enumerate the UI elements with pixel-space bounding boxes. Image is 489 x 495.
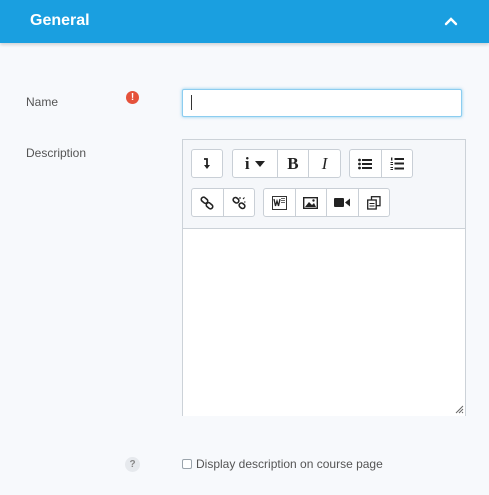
unlink-icon <box>232 196 246 209</box>
unordered-list-button[interactable] <box>350 150 382 177</box>
description-label: Description <box>26 146 87 160</box>
paragraph-styles-button[interactable]: i <box>233 150 278 177</box>
insert-media-button[interactable] <box>327 189 359 216</box>
name-label: Name <box>26 95 59 109</box>
caret-down-icon <box>254 160 265 167</box>
video-icon <box>334 198 351 207</box>
toolbar-group-lists <box>349 149 413 178</box>
image-icon <box>303 196 319 209</box>
section-header[interactable]: General <box>0 0 489 43</box>
info-dropdown-icon: i <box>244 153 250 173</box>
bullet-list-icon <box>358 158 373 169</box>
bold-button[interactable]: B <box>278 150 310 177</box>
bold-icon: B <box>287 153 299 173</box>
collapse-toolbar-button[interactable] <box>192 150 222 177</box>
files-icon <box>366 195 381 210</box>
toolbar-group-links <box>191 188 255 217</box>
section-title: General <box>30 12 90 29</box>
help-icon[interactable]: ? <box>125 457 140 472</box>
name-input[interactable] <box>182 89 462 117</box>
ordered-list-button[interactable] <box>382 150 413 177</box>
italic-icon: I <box>321 153 328 173</box>
unlink-button[interactable] <box>224 189 255 216</box>
manage-files-button[interactable] <box>359 189 390 216</box>
insert-image-button[interactable] <box>296 189 327 216</box>
word-icon <box>271 195 287 210</box>
arrow-down-return-icon <box>204 157 210 169</box>
toolbar-group-collapse <box>191 149 223 178</box>
display-description-label[interactable]: Display description on course page <box>196 457 383 471</box>
toolbar-group-media <box>263 188 390 217</box>
link-button[interactable] <box>192 189 224 216</box>
display-description-checkbox[interactable] <box>182 459 192 469</box>
resize-handle-icon[interactable] <box>455 405 464 414</box>
text-caret <box>191 95 192 110</box>
link-icon <box>200 195 214 210</box>
italic-button[interactable]: I <box>309 150 340 177</box>
chevron-up-icon[interactable] <box>441 11 461 31</box>
description-editor: i B I <box>182 139 466 416</box>
numbered-list-icon <box>390 157 404 170</box>
exclamation-icon: ! <box>126 91 139 104</box>
toolbar-group-style: i B I <box>232 149 341 178</box>
description-textarea[interactable] <box>183 228 465 416</box>
word-import-button[interactable] <box>264 189 296 216</box>
